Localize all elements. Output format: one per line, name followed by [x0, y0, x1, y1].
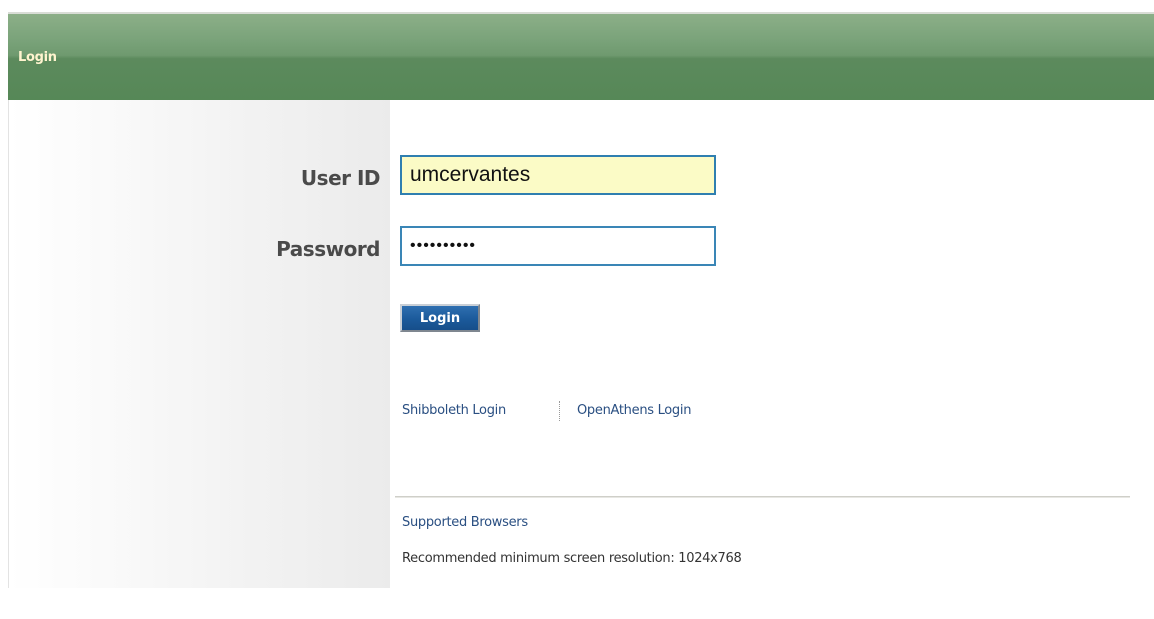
openathens-login-link[interactable]: OpenAthens Login: [577, 403, 691, 418]
login-button[interactable]: Login: [400, 304, 480, 332]
user-id-label: User ID: [300, 166, 381, 190]
footer-divider: [395, 496, 1130, 498]
login-page: Login User ID Password Login Shibboleth …: [0, 0, 1154, 619]
password-label: Password: [276, 237, 380, 261]
header-bar: Login: [8, 14, 1154, 100]
resolution-note: Recommended minimum screen resolution: 1…: [402, 551, 742, 566]
password-input[interactable]: [400, 226, 716, 266]
page-title: Login: [18, 50, 57, 65]
supported-browsers-link[interactable]: Supported Browsers: [402, 515, 528, 530]
shibboleth-login-link[interactable]: Shibboleth Login: [402, 403, 506, 418]
user-id-input[interactable]: [400, 155, 716, 195]
link-separator: [559, 401, 560, 421]
